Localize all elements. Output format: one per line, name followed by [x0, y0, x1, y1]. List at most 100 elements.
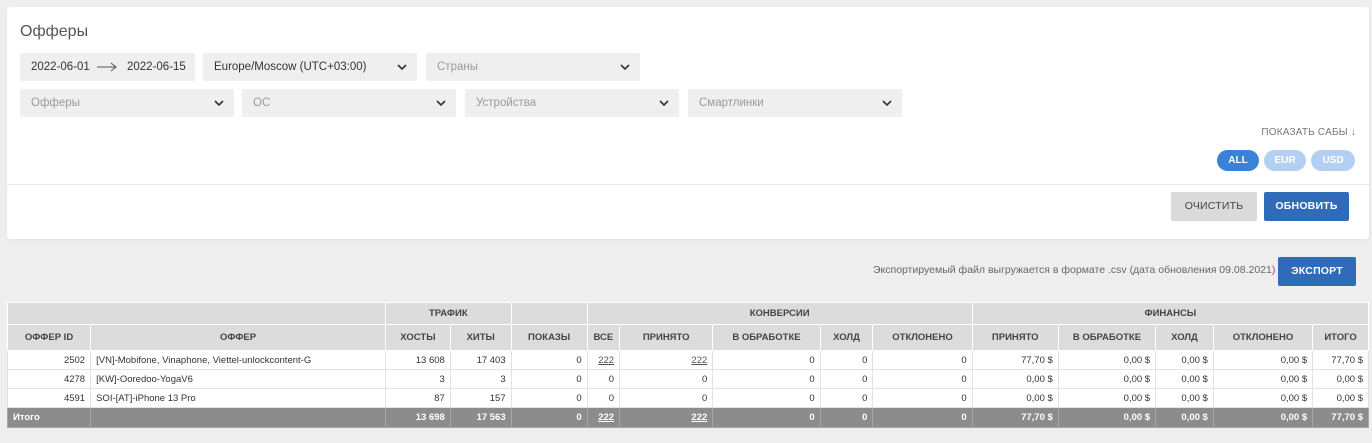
column-header-row: ОФФЕР ID ОФФЕР ХОСТЫ ХИТЫ ПОКАЗЫ ВСЕ ПРИНЯТО В …	[6, 324, 1369, 351]
total-cell[interactable]: 222	[619, 407, 714, 428]
total-row: Итого 13 698 17 563 0 222 222 0 0 0 77,70 $0,00 $…	[6, 407, 1369, 428]
column-header[interactable]: ХОЛД	[819, 324, 874, 351]
column-header[interactable]: ХИТЫ	[449, 324, 512, 351]
countries-placeholder: Страны	[437, 61, 478, 73]
clear-button[interactable]: ОЧИСТИТЬ	[1171, 192, 1257, 221]
total-cell: 77,70 $	[971, 407, 1059, 428]
table-cell: 77,70 $	[971, 350, 1059, 370]
os-select[interactable]: ОС	[242, 89, 456, 117]
table-cell: 13 608	[384, 350, 451, 370]
table-cell: 0	[872, 369, 973, 389]
column-header[interactable]: ХОСТЫ	[384, 324, 451, 351]
table-cell: 0	[510, 369, 588, 389]
column-header[interactable]: ПРИНЯТО	[619, 324, 714, 351]
chevron-down-icon	[214, 99, 224, 107]
show-subs-toggle[interactable]: ПОКАЗАТЬ САБЫ ↓	[1261, 127, 1356, 138]
table-cell: 4278	[6, 369, 92, 389]
currency-eur-button[interactable]: EUR	[1264, 150, 1306, 171]
total-cell	[90, 407, 386, 428]
table-cell: 0,00 $	[1155, 350, 1214, 370]
table-cell: SOI-[AT]-iPhone 13 Pro	[90, 388, 386, 408]
filters-card: Офферы 2022-06-01 2022-06-15 Europe/Mosc…	[7, 7, 1369, 239]
column-header[interactable]: ОФФЕР ID	[6, 324, 92, 351]
table-row: 4278 [KW]-Ooredoo-YogaV6 3 3 0 0 0 0 0 0 0,00 $0,0…	[6, 369, 1369, 389]
timezone-select[interactable]: Europe/Moscow (UTC+03:00)	[203, 53, 417, 81]
devices-select[interactable]: Устройства	[465, 89, 679, 117]
table-row: 4591 SOI-[AT]-iPhone 13 Pro 87 157 0 0 0 0 0 0 0,0…	[6, 388, 1369, 408]
table-cell: 77,70 $	[1312, 350, 1369, 370]
table-cell: 4591	[6, 388, 92, 408]
table-cell: 0	[619, 369, 714, 389]
date-range-picker[interactable]: 2022-06-01 2022-06-15	[20, 53, 195, 81]
table-row: 2502 [VN]-Mobifone, Vinaphone, Viettel-un…	[6, 350, 1369, 370]
group-conversions: КОНВЕРСИИ	[586, 302, 973, 325]
total-cell[interactable]: 222	[586, 407, 621, 428]
currency-all-button[interactable]: ALL	[1217, 150, 1259, 171]
column-header[interactable]: В ОБРАБОТКЕ	[712, 324, 821, 351]
group-empty	[7, 302, 386, 325]
column-header[interactable]: ПОКАЗЫ	[510, 324, 588, 351]
table-cell: 0,00 $	[1057, 350, 1157, 370]
table-cell: [KW]-Ooredoo-YogaV6	[90, 369, 386, 389]
table-body: 2502 [VN]-Mobifone, Vinaphone, Viettel-un…	[6, 350, 1369, 428]
table-cell: 3	[449, 369, 512, 389]
table-cell: 0,00 $	[1057, 369, 1157, 389]
update-button[interactable]: ОБНОВИТЬ	[1264, 192, 1349, 221]
table-cell: 0,00 $	[1212, 388, 1314, 408]
smartlinks-placeholder: Смартлинки	[699, 97, 764, 109]
table-cell[interactable]: 222	[619, 350, 714, 370]
date-from: 2022-06-01	[31, 61, 90, 73]
table-cell: 0,00 $	[1212, 350, 1314, 370]
timezone-value: Europe/Moscow (UTC+03:00)	[214, 61, 367, 73]
total-cell: 77,70 $	[1312, 407, 1369, 428]
table-cell: 0	[819, 369, 874, 389]
group-traffic: ТРАФИК	[384, 302, 512, 325]
table-cell: 0	[819, 388, 874, 408]
smartlinks-select[interactable]: Смартлинки	[688, 89, 902, 117]
total-cell: 0	[872, 407, 973, 428]
offers-table: ТРАФИК КОНВЕРСИИ ФИНАНСЫ ОФФЕР ID ОФФЕР ХО…	[6, 302, 1370, 428]
currency-usd-button[interactable]: USD	[1311, 150, 1355, 171]
column-header[interactable]: В ОБРАБОТКЕ	[1057, 324, 1157, 351]
total-cell: 0,00 $	[1057, 407, 1157, 428]
total-cell: Итого	[6, 407, 92, 428]
table-cell: 0,00 $	[1057, 388, 1157, 408]
table-cell: 0	[872, 350, 973, 370]
table-cell: 0	[712, 369, 821, 389]
column-header[interactable]: ХОЛД	[1155, 324, 1214, 351]
export-button[interactable]: ЭКСПОРТ	[1278, 257, 1356, 286]
table-cell: 0	[586, 388, 621, 408]
arrow-right-icon	[96, 53, 118, 92]
chevron-down-icon	[882, 99, 892, 107]
column-header[interactable]: ОТКЛОНЕНО	[872, 324, 973, 351]
total-cell: 0	[712, 407, 821, 428]
table-cell: 0,00 $	[1212, 369, 1314, 389]
os-placeholder: ОС	[253, 97, 271, 109]
offers-select[interactable]: Офферы	[20, 89, 234, 117]
show-subs-label: ПОКАЗАТЬ САБЫ	[1261, 127, 1348, 138]
column-header[interactable]: ОТКЛОНЕНО	[1212, 324, 1314, 351]
table-cell: 157	[449, 388, 512, 408]
offers-placeholder: Офферы	[31, 97, 80, 109]
chevron-down-icon	[397, 63, 407, 71]
total-cell: 0	[819, 407, 874, 428]
column-header[interactable]: ИТОГО	[1312, 324, 1369, 351]
table-cell: 87	[384, 388, 451, 408]
divider	[7, 184, 1369, 185]
countries-select[interactable]: Страны	[426, 53, 640, 81]
table-cell: 2502	[6, 350, 92, 370]
total-cell: 13 698	[384, 407, 451, 428]
table-cell: 3	[384, 369, 451, 389]
table-cell: 0	[819, 350, 874, 370]
column-header[interactable]: ПРИНЯТО	[971, 324, 1059, 351]
column-header[interactable]: ВСЕ	[586, 324, 621, 351]
table-cell: [VN]-Mobifone, Vinaphone, Viettel-unlock…	[90, 350, 386, 370]
total-cell: 17 563	[449, 407, 512, 428]
column-header[interactable]: ОФФЕР	[90, 324, 386, 351]
table-cell: 0,00 $	[1155, 369, 1214, 389]
date-to: 2022-06-15	[127, 61, 186, 73]
arrow-down-icon: ↓	[1350, 127, 1356, 138]
group-finance: ФИНАНСЫ	[971, 302, 1370, 325]
total-cell: 0,00 $	[1155, 407, 1214, 428]
table-cell[interactable]: 222	[586, 350, 621, 370]
